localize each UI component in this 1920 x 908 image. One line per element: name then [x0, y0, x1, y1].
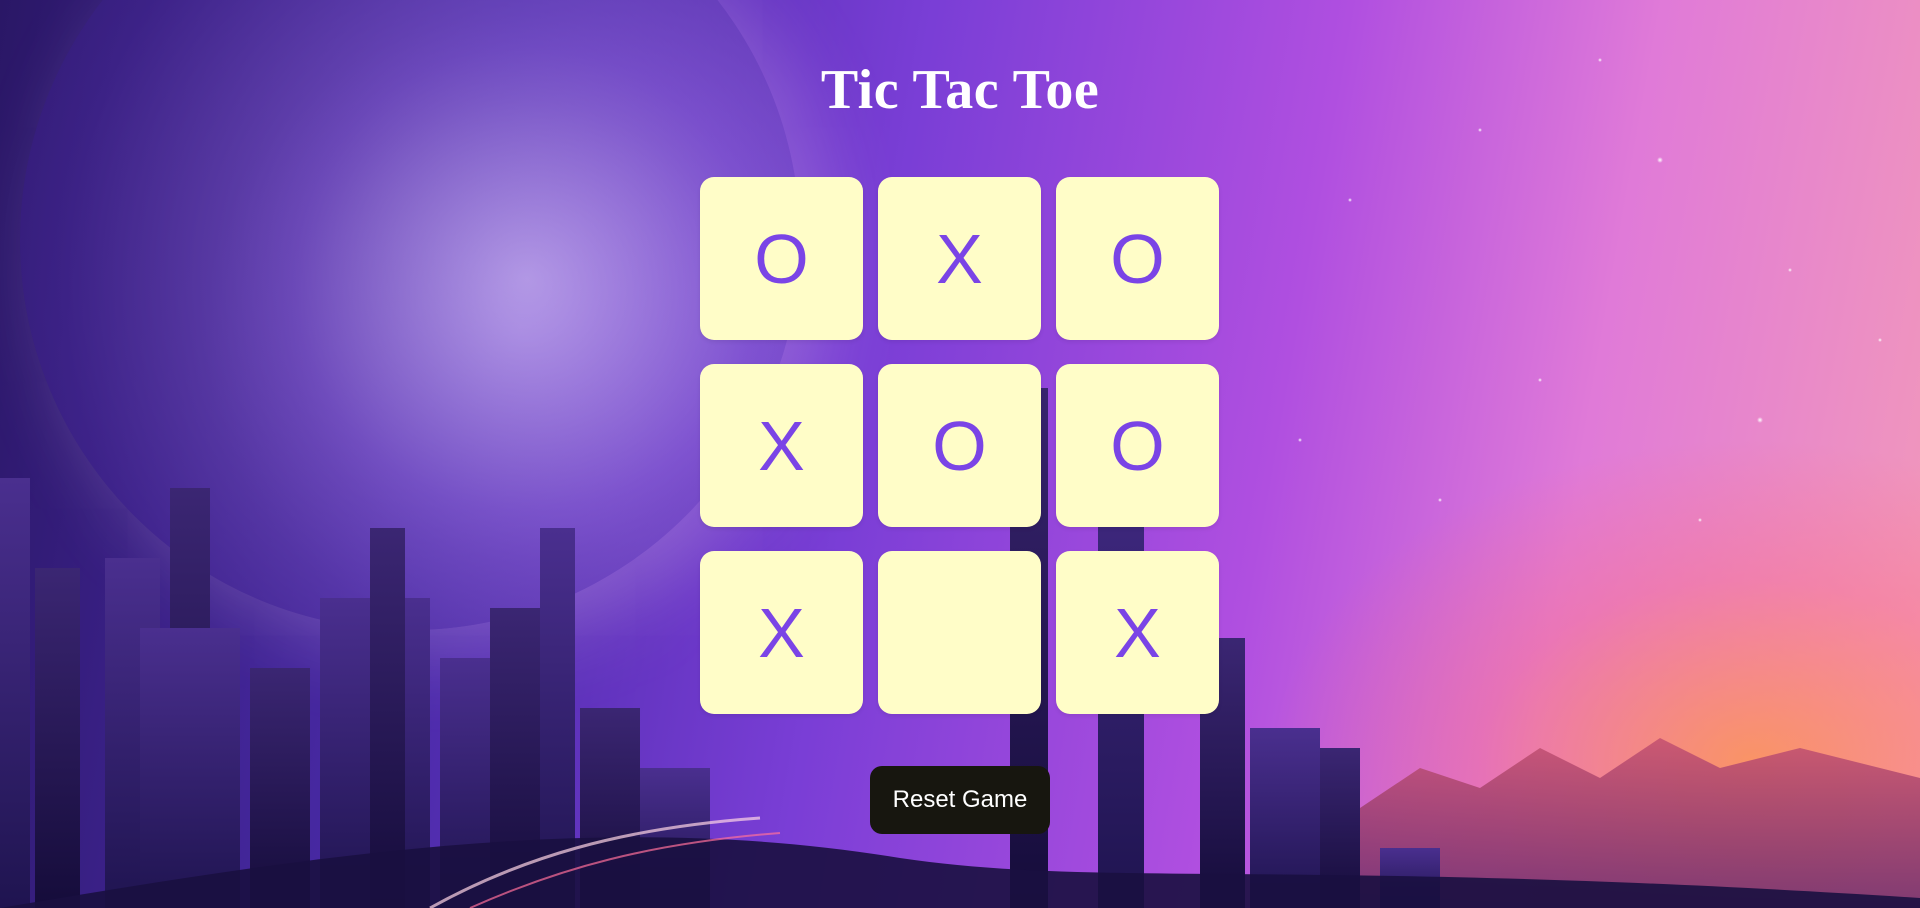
reset-game-button[interactable]: Reset Game [870, 766, 1050, 834]
board-cell-1[interactable]: O [700, 177, 863, 340]
board-cell-3[interactable]: O [1056, 177, 1219, 340]
game-board: O X O X O O X X [700, 177, 1220, 714]
board-cell-2[interactable]: X [878, 177, 1041, 340]
board-cell-9[interactable]: X [1056, 551, 1219, 714]
board-cell-6[interactable]: O [1056, 364, 1219, 527]
board-cell-7[interactable]: X [700, 551, 863, 714]
board-cell-4[interactable]: X [700, 364, 863, 527]
page-title: Tic Tac Toe [820, 59, 1100, 121]
board-cell-8[interactable] [878, 551, 1041, 714]
board-cell-5[interactable]: O [878, 364, 1041, 527]
